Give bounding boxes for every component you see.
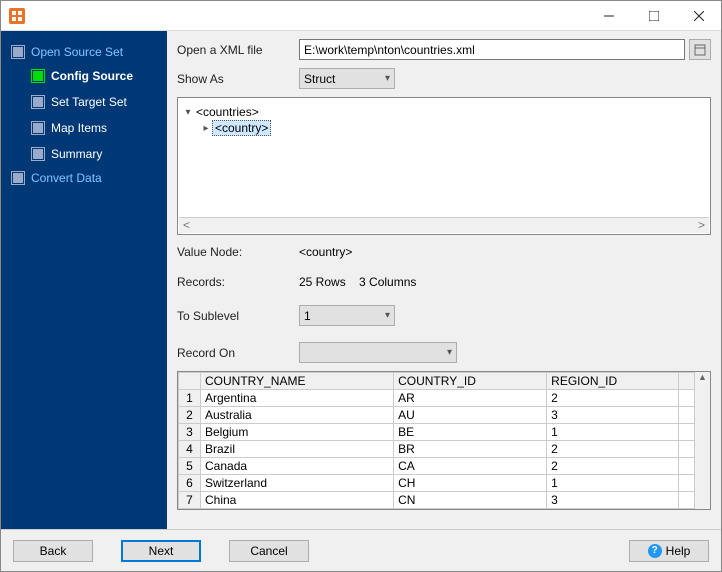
nav-summary[interactable]: Summary <box>31 141 167 167</box>
table-row[interactable]: 4BrazilBR2 <box>179 441 695 458</box>
nav-set-target-set[interactable]: Set Target Set <box>31 89 167 115</box>
nav-config-source[interactable]: Config Source <box>31 63 167 89</box>
next-button[interactable]: Next <box>121 540 201 562</box>
chevron-down-icon: ▾ <box>385 73 390 84</box>
table-header[interactable]: REGION_ID <box>547 373 679 390</box>
maximize-button[interactable] <box>631 1 676 31</box>
table-corner <box>179 373 201 390</box>
table-cell[interactable]: BE <box>394 424 547 441</box>
table-cell[interactable]: Brazil <box>201 441 394 458</box>
open-file-label: Open a XML file <box>177 43 299 57</box>
table-cell[interactable]: AR <box>394 390 547 407</box>
sublevel-select[interactable]: 1 ▾ <box>299 305 395 326</box>
table-cell[interactable]: CA <box>394 458 547 475</box>
table-row[interactable]: 5CanadaCA2 <box>179 458 695 475</box>
table-row[interactable]: 6SwitzerlandCH1 <box>179 475 695 492</box>
table-cell[interactable]: China <box>201 492 394 509</box>
table-row[interactable]: 2AustraliaAU3 <box>179 407 695 424</box>
table-cell[interactable]: Argentina <box>201 390 394 407</box>
sublevel-value: 1 <box>304 309 311 323</box>
table-row[interactable]: 7ChinaCN3 <box>179 492 695 509</box>
records-value: 25 Rows 3 Columns <box>299 275 416 289</box>
help-icon: ? <box>648 544 662 558</box>
table-cell[interactable]: 1 <box>547 424 679 441</box>
wizard-sidebar: Open Source Set Config Source Set Target … <box>1 31 167 529</box>
table-cell[interactable]: CH <box>394 475 547 492</box>
table-cell[interactable]: Germany <box>201 509 394 510</box>
table-row[interactable]: 3BelgiumBE1 <box>179 424 695 441</box>
xml-tree[interactable]: ▾ <countries> ▸ <country> <> <box>177 97 711 235</box>
table-cell[interactable]: 2 <box>547 458 679 475</box>
value-node-label: Value Node: <box>177 245 299 259</box>
table-cell[interactable]: Canada <box>201 458 394 475</box>
table-cell[interactable]: AU <box>394 407 547 424</box>
show-as-value: Struct <box>304 72 335 86</box>
table-cell[interactable]: 1 <box>547 475 679 492</box>
table-cell[interactable]: 1 <box>547 509 679 510</box>
show-as-label: Show As <box>177 72 299 86</box>
sublevel-label: To Sublevel <box>177 309 299 323</box>
nav-label: Map Items <box>51 121 107 135</box>
nav-label: Open Source Set <box>31 45 123 59</box>
cancel-button[interactable]: Cancel <box>229 540 309 562</box>
records-label: Records: <box>177 275 299 289</box>
wizard-buttons: Back Next Cancel ? Help <box>1 529 721 571</box>
recordon-label: Record On <box>177 346 299 360</box>
titlebar <box>1 1 721 31</box>
nav-label: Set Target Set <box>51 95 127 109</box>
show-as-select[interactable]: Struct ▾ <box>299 68 395 89</box>
table-cell[interactable]: 2 <box>547 441 679 458</box>
back-button[interactable]: Back <box>13 540 93 562</box>
tree-node-selected[interactable]: <country> <box>212 120 271 136</box>
table-header[interactable]: COUNTRY_ID <box>394 373 547 390</box>
table-row[interactable]: 8GermanyDE1 <box>179 509 695 510</box>
nav-label: Summary <box>51 147 102 161</box>
nav-open-source-set[interactable]: Open Source Set <box>11 41 167 63</box>
recordon-select[interactable]: ▾ <box>299 342 457 363</box>
chevron-down-icon: ▾ <box>385 310 390 321</box>
nav-map-items[interactable]: Map Items <box>31 115 167 141</box>
table-cell[interactable]: CN <box>394 492 547 509</box>
chevron-down-icon: ▾ <box>447 347 452 358</box>
table-scrollbar[interactable]: ▲ <box>694 372 710 509</box>
tree-expand-icon[interactable]: ▸ <box>200 123 212 134</box>
table-cell[interactable]: Australia <box>201 407 394 424</box>
open-file-input[interactable] <box>299 39 685 60</box>
close-button[interactable] <box>676 1 721 31</box>
nav-label: Convert Data <box>31 171 102 185</box>
table-cell[interactable]: 3 <box>547 492 679 509</box>
nav-label: Config Source <box>51 69 133 83</box>
value-node-value: <country> <box>299 245 352 259</box>
data-table: COUNTRY_NAMECOUNTRY_IDREGION_ID1Argentin… <box>177 371 711 510</box>
tree-node[interactable]: <countries> <box>194 105 261 119</box>
tree-scrollbar[interactable]: <> <box>179 217 709 233</box>
table-cell[interactable]: Belgium <box>201 424 394 441</box>
table-cell[interactable]: 3 <box>547 407 679 424</box>
nav-convert-data[interactable]: Convert Data <box>11 167 167 189</box>
table-header[interactable]: COUNTRY_NAME <box>201 373 394 390</box>
minimize-button[interactable] <box>586 1 631 31</box>
table-row[interactable]: 1ArgentinaAR2 <box>179 390 695 407</box>
app-icon <box>9 8 25 24</box>
table-cell[interactable]: Switzerland <box>201 475 394 492</box>
table-cell[interactable]: DE <box>394 509 547 510</box>
table-cell[interactable]: BR <box>394 441 547 458</box>
tree-collapse-icon[interactable]: ▾ <box>182 107 194 118</box>
browse-button[interactable] <box>689 39 711 60</box>
table-cell[interactable]: 2 <box>547 390 679 407</box>
help-button[interactable]: ? Help <box>629 540 709 562</box>
